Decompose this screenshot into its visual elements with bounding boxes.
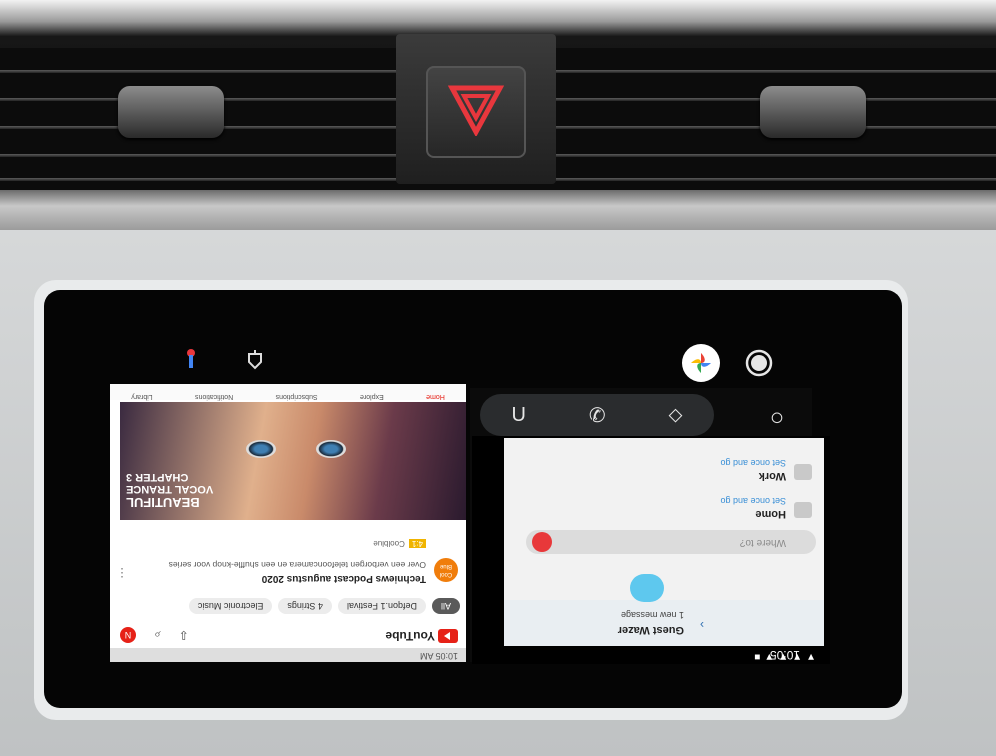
chevron-right-icon[interactable]: › — [700, 618, 704, 632]
nav-notifications[interactable]: Notifications — [195, 384, 233, 400]
chrome-trim — [0, 190, 996, 230]
cast-icon[interactable]: ⇩ — [179, 628, 189, 642]
search-icon[interactable]: ⌕ — [154, 628, 161, 643]
chip-electronic-music[interactable]: Electronic Music — [188, 598, 273, 614]
thumbnail-title: BEAUTIFUL VOCAL TRANCE CHAPTER 3 — [126, 471, 214, 510]
filter-chips: All Defqon.1 Festival 4 Strings Electron… — [188, 598, 460, 614]
youtube-pane[interactable]: 10:05 AM YouTube ⇩ ⌕ N All Defqon.1 Fest… — [110, 384, 466, 662]
media-dock: U ✆ ⬦ — [480, 394, 714, 436]
magnet-icon[interactable]: U — [511, 404, 525, 427]
thumbnail-face — [236, 436, 346, 458]
right-vent-knob[interactable] — [760, 86, 866, 138]
signal-icons: ▼▼▼▼■ — [750, 651, 816, 662]
place-home[interactable]: Home Set once and go — [516, 490, 816, 524]
search-placeholder: Where to? — [739, 537, 786, 548]
phone-icon[interactable]: ✆ — [589, 403, 606, 428]
more-vert-icon[interactable]: ⋮ — [116, 566, 128, 580]
video-title[interactable]: Techniews Podcast augustus 2020 — [136, 573, 426, 584]
chip-4-strings[interactable]: 4 Strings — [278, 598, 332, 614]
waze-status-bar: 10:05 ▼▼▼▼■ — [472, 646, 830, 664]
record-icon[interactable] — [744, 348, 774, 378]
video-description: Over een verborgen telefooncamera en een… — [168, 560, 426, 570]
youtube-bottom-nav: Home Explore Subscriptions Notifications… — [110, 384, 466, 400]
channel-avatar[interactable]: Cool Blue — [434, 558, 458, 582]
sponsor-badge: 4:1 Coolblue — [373, 539, 426, 548]
assistant-icon[interactable] — [180, 346, 202, 372]
nav-explore[interactable]: Explore — [360, 384, 384, 400]
work-icon — [794, 464, 812, 480]
waze-pane[interactable]: 10:05 ▼▼▼▼■ Guest Wazer 1 new message › … — [472, 436, 830, 664]
chip-defqon[interactable]: Defqon.1 Festival — [337, 598, 426, 614]
avatar[interactable]: N — [120, 627, 136, 643]
microphone-icon[interactable] — [532, 532, 552, 552]
waze-card: Guest Wazer 1 new message › Where to? Ho… — [504, 438, 824, 646]
youtube-logo[interactable]: YouTube — [385, 629, 458, 643]
nav-home[interactable]: Home — [426, 384, 445, 400]
chip-all[interactable]: All — [431, 598, 460, 614]
hazard-triangle-icon — [448, 85, 504, 136]
home-circle-button[interactable]: ○ — [760, 404, 794, 432]
hazard-button[interactable] — [426, 66, 526, 158]
video-thumbnail[interactable]: BEAUTIFUL VOCAL TRANCE CHAPTER 3 — [120, 402, 466, 520]
video-item[interactable]: Cool Blue Techniews Podcast augustus 202… — [110, 539, 466, 586]
guest-name[interactable]: Guest Wazer — [618, 624, 684, 636]
youtube-top-bar: YouTube ⇩ ⌕ N — [110, 620, 466, 648]
dashboard-top-trim — [0, 0, 996, 36]
waze-map[interactable] — [504, 600, 824, 646]
new-message[interactable]: 1 new message — [621, 610, 684, 620]
home-icon — [794, 502, 812, 518]
nav-subscriptions[interactable]: Subscriptions — [276, 384, 318, 400]
navigation-icon[interactable]: ⬦ — [669, 404, 683, 427]
where-to-search[interactable]: Where to? — [526, 530, 816, 554]
place-work[interactable]: Work Set once and go — [516, 452, 816, 486]
google-photos-icon[interactable] — [682, 344, 720, 382]
notification-icon[interactable] — [244, 348, 266, 372]
waze-mascot-icon[interactable] — [630, 574, 664, 602]
nav-library[interactable]: Library — [131, 384, 152, 400]
left-vent-knob[interactable] — [118, 86, 224, 138]
youtube-play-icon — [438, 629, 458, 643]
youtube-status-bar: 10:05 AM — [110, 648, 466, 662]
